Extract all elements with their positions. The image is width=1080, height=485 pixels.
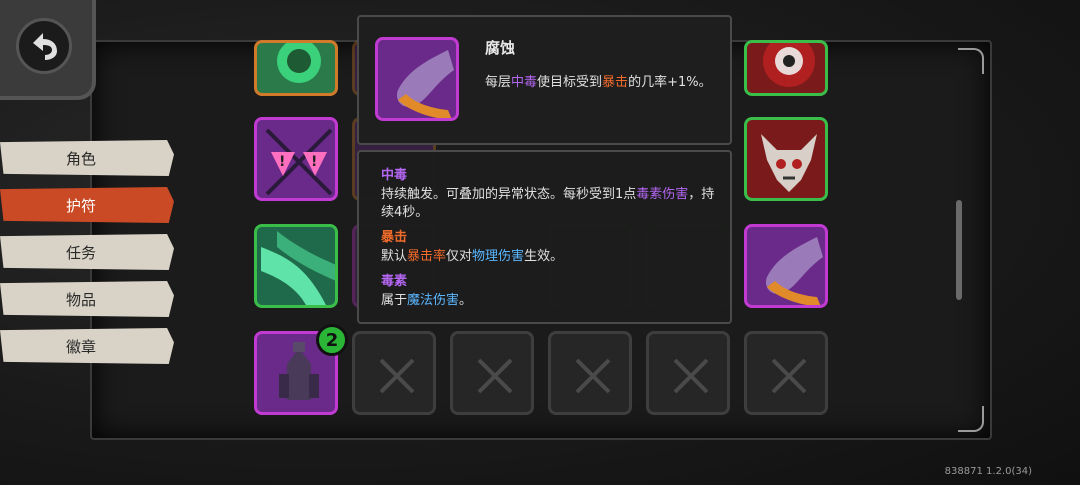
x-mark-icon: [477, 358, 513, 394]
charm-slot-warning[interactable]: ! !: [254, 117, 338, 201]
glossary-entry-poison: 中毒 持续触发。可叠加的异常状态。每秒受到1点毒素伤害，持续4秒。: [381, 164, 721, 222]
glossary-term: 暴击: [381, 230, 408, 245]
swirl-icon: [277, 43, 321, 83]
menu-item-label: 护符: [66, 196, 97, 215]
empty-charm-slot[interactable]: [744, 331, 828, 415]
demon-skull-icon: [761, 134, 817, 192]
empty-charm-slot[interactable]: [548, 331, 632, 415]
empty-charm-slot[interactable]: [450, 331, 534, 415]
x-mark-icon: [575, 358, 611, 394]
corrosion-claw-icon: [375, 37, 459, 121]
x-mark-icon: [673, 358, 709, 394]
menu-item-label: 任务: [66, 243, 97, 262]
side-menu: 角色 护符 任务 物品 徽章: [0, 140, 180, 375]
tooltip-description: 每层中毒使目标受到暴击的几率+1%。: [485, 75, 712, 90]
empty-charm-slot[interactable]: [352, 331, 436, 415]
menu-item-quests[interactable]: 任务: [0, 234, 174, 270]
charm-tooltip: 腐蚀 每层中毒使目标受到暴击的几率+1%。: [357, 15, 732, 145]
glossary-body: 默认暴击率仅对物理伤害生效。: [381, 249, 564, 264]
svg-text:!: !: [279, 154, 285, 170]
svg-text:!: !: [311, 154, 317, 170]
glossary-term: 毒素: [381, 274, 408, 289]
menu-item-character[interactable]: 角色: [0, 140, 174, 176]
glossary-body: 属于魔法伤害。: [381, 293, 473, 308]
glossary-body: 持续触发。可叠加的异常状态。每秒受到1点毒素伤害，持续4秒。: [381, 187, 715, 220]
menu-item-items[interactable]: 物品: [0, 281, 174, 317]
back-button[interactable]: [0, 0, 96, 100]
charm-slot-green-swirl[interactable]: [254, 40, 338, 96]
back-arrow-icon: [16, 18, 72, 74]
eye-icon: [763, 43, 815, 87]
charm-slot-corrosion[interactable]: [744, 224, 828, 308]
glossary-entry-toxin: 毒素 属于魔法伤害。: [381, 270, 721, 310]
warning-triangles-icon: ! !: [265, 128, 333, 196]
claw-icon: [261, 231, 335, 305]
charm-level-badge: 2: [316, 324, 348, 356]
keyword-glossary: 中毒 持续触发。可叠加的异常状态。每秒受到1点毒素伤害，持续4秒。 暴击 默认暴…: [357, 150, 732, 324]
tooltip-title: 腐蚀: [485, 39, 516, 57]
glossary-entry-crit: 暴击 默认暴击率仅对物理伤害生效。: [381, 226, 721, 266]
x-mark-icon: [379, 358, 415, 394]
corner-ornament: [958, 406, 984, 432]
menu-item-badges[interactable]: 徽章: [0, 328, 174, 364]
menu-item-label: 徽章: [66, 337, 97, 356]
empty-charm-slot[interactable]: [646, 331, 730, 415]
corrosion-claw-icon: [765, 237, 823, 305]
charm-slot-demon[interactable]: [744, 117, 828, 201]
menu-item-charms[interactable]: 护符: [0, 187, 174, 223]
charm-slot-red-eye[interactable]: [744, 40, 828, 96]
x-mark-icon: [771, 358, 807, 394]
charm-slot-claw[interactable]: [254, 224, 338, 308]
menu-item-label: 角色: [66, 149, 97, 168]
menu-item-label: 物品: [66, 290, 97, 309]
scrollbar[interactable]: [956, 200, 962, 300]
version-label: 838871 1.2.0(34): [944, 466, 1032, 477]
glossary-term: 中毒: [381, 168, 408, 183]
corner-ornament: [958, 48, 984, 74]
